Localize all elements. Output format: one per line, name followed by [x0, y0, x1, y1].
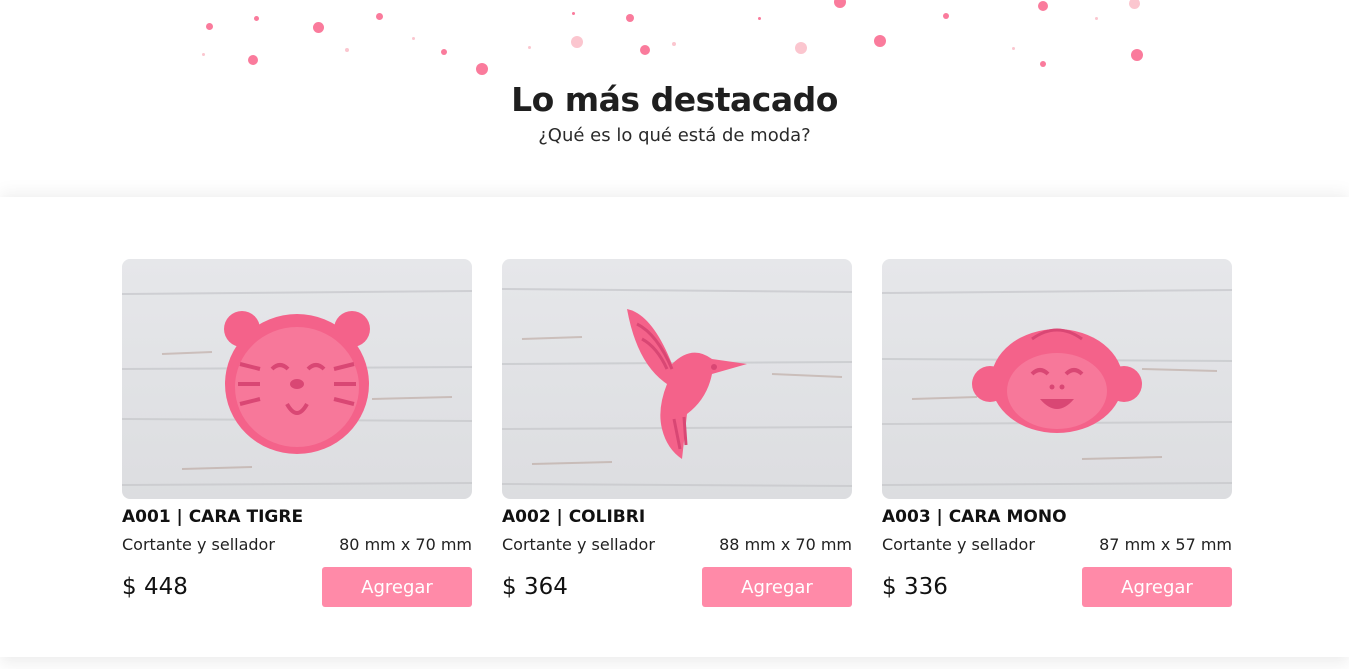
decorative-dot	[254, 16, 259, 21]
decorative-dot	[834, 0, 846, 8]
decorative-dot	[476, 63, 488, 75]
product-description: Cortante y sellador	[122, 535, 275, 554]
decorative-dots	[0, 0, 1349, 90]
decorative-dot	[626, 14, 634, 22]
decorative-dot	[640, 45, 650, 55]
decorative-dot	[528, 46, 531, 49]
monkey-cookie-cutter-illustration	[882, 289, 1232, 486]
product-name[interactable]: A001 | CARA TIGRE	[122, 507, 472, 527]
product-size: 80 mm x 70 mm	[339, 535, 472, 554]
decorative-dot	[1040, 61, 1046, 67]
decorative-dot	[248, 55, 258, 65]
decorative-dot	[1038, 1, 1048, 11]
product-name[interactable]: A002 | COLIBRI	[502, 507, 852, 527]
decorative-dot	[572, 12, 575, 15]
product-card: A002 | COLIBRI Cortante y sellador 88 mm…	[502, 259, 852, 607]
product-size: 87 mm x 57 mm	[1099, 535, 1232, 554]
decorative-dot	[441, 49, 447, 55]
decorative-dot	[758, 17, 761, 20]
section-header: Lo más destacado ¿Qué es lo qué está de …	[0, 80, 1349, 146]
section-subtitle: ¿Qué es lo qué está de moda?	[538, 125, 811, 146]
decorative-dot	[412, 37, 415, 40]
add-to-cart-button[interactable]: Agregar	[322, 567, 472, 607]
add-to-cart-button[interactable]: Agregar	[702, 567, 852, 607]
decorative-dot	[795, 42, 807, 54]
product-price: $ 336	[882, 574, 948, 600]
decorative-dot	[1012, 47, 1015, 50]
decorative-dot	[571, 36, 583, 48]
product-name[interactable]: A003 | CARA MONO	[882, 507, 1232, 527]
decorative-dot	[874, 35, 886, 47]
decorative-dot	[1129, 0, 1140, 9]
product-card: A003 | CARA MONO Cortante y sellador 87 …	[882, 259, 1232, 607]
product-size: 88 mm x 70 mm	[719, 535, 852, 554]
product-description: Cortante y sellador	[882, 535, 1035, 554]
product-price: $ 448	[122, 574, 188, 600]
product-image-tiger[interactable]	[122, 259, 472, 499]
decorative-dot	[1131, 49, 1143, 61]
decorative-dot	[943, 13, 949, 19]
decorative-dot	[206, 23, 213, 30]
product-price: $ 364	[502, 574, 568, 600]
product-card: A001 | CARA TIGRE Cortante y sellador 80…	[122, 259, 472, 607]
product-image-monkey[interactable]	[882, 259, 1232, 499]
section-title: Lo más destacado	[511, 80, 838, 119]
decorative-dot	[1095, 17, 1098, 20]
product-image-hummingbird[interactable]	[502, 259, 852, 499]
featured-products-section: A001 | CARA TIGRE Cortante y sellador 80…	[0, 197, 1349, 657]
decorative-dot	[672, 42, 676, 46]
add-to-cart-button[interactable]: Agregar	[1082, 567, 1232, 607]
decorative-dot	[376, 13, 383, 20]
decorative-dot	[313, 22, 324, 33]
tiger-cookie-cutter-illustration	[122, 290, 472, 486]
hummingbird-cookie-cutter-illustration	[502, 288, 852, 487]
decorative-dot	[202, 53, 205, 56]
product-description: Cortante y sellador	[502, 535, 655, 554]
decorative-dot	[345, 48, 349, 52]
